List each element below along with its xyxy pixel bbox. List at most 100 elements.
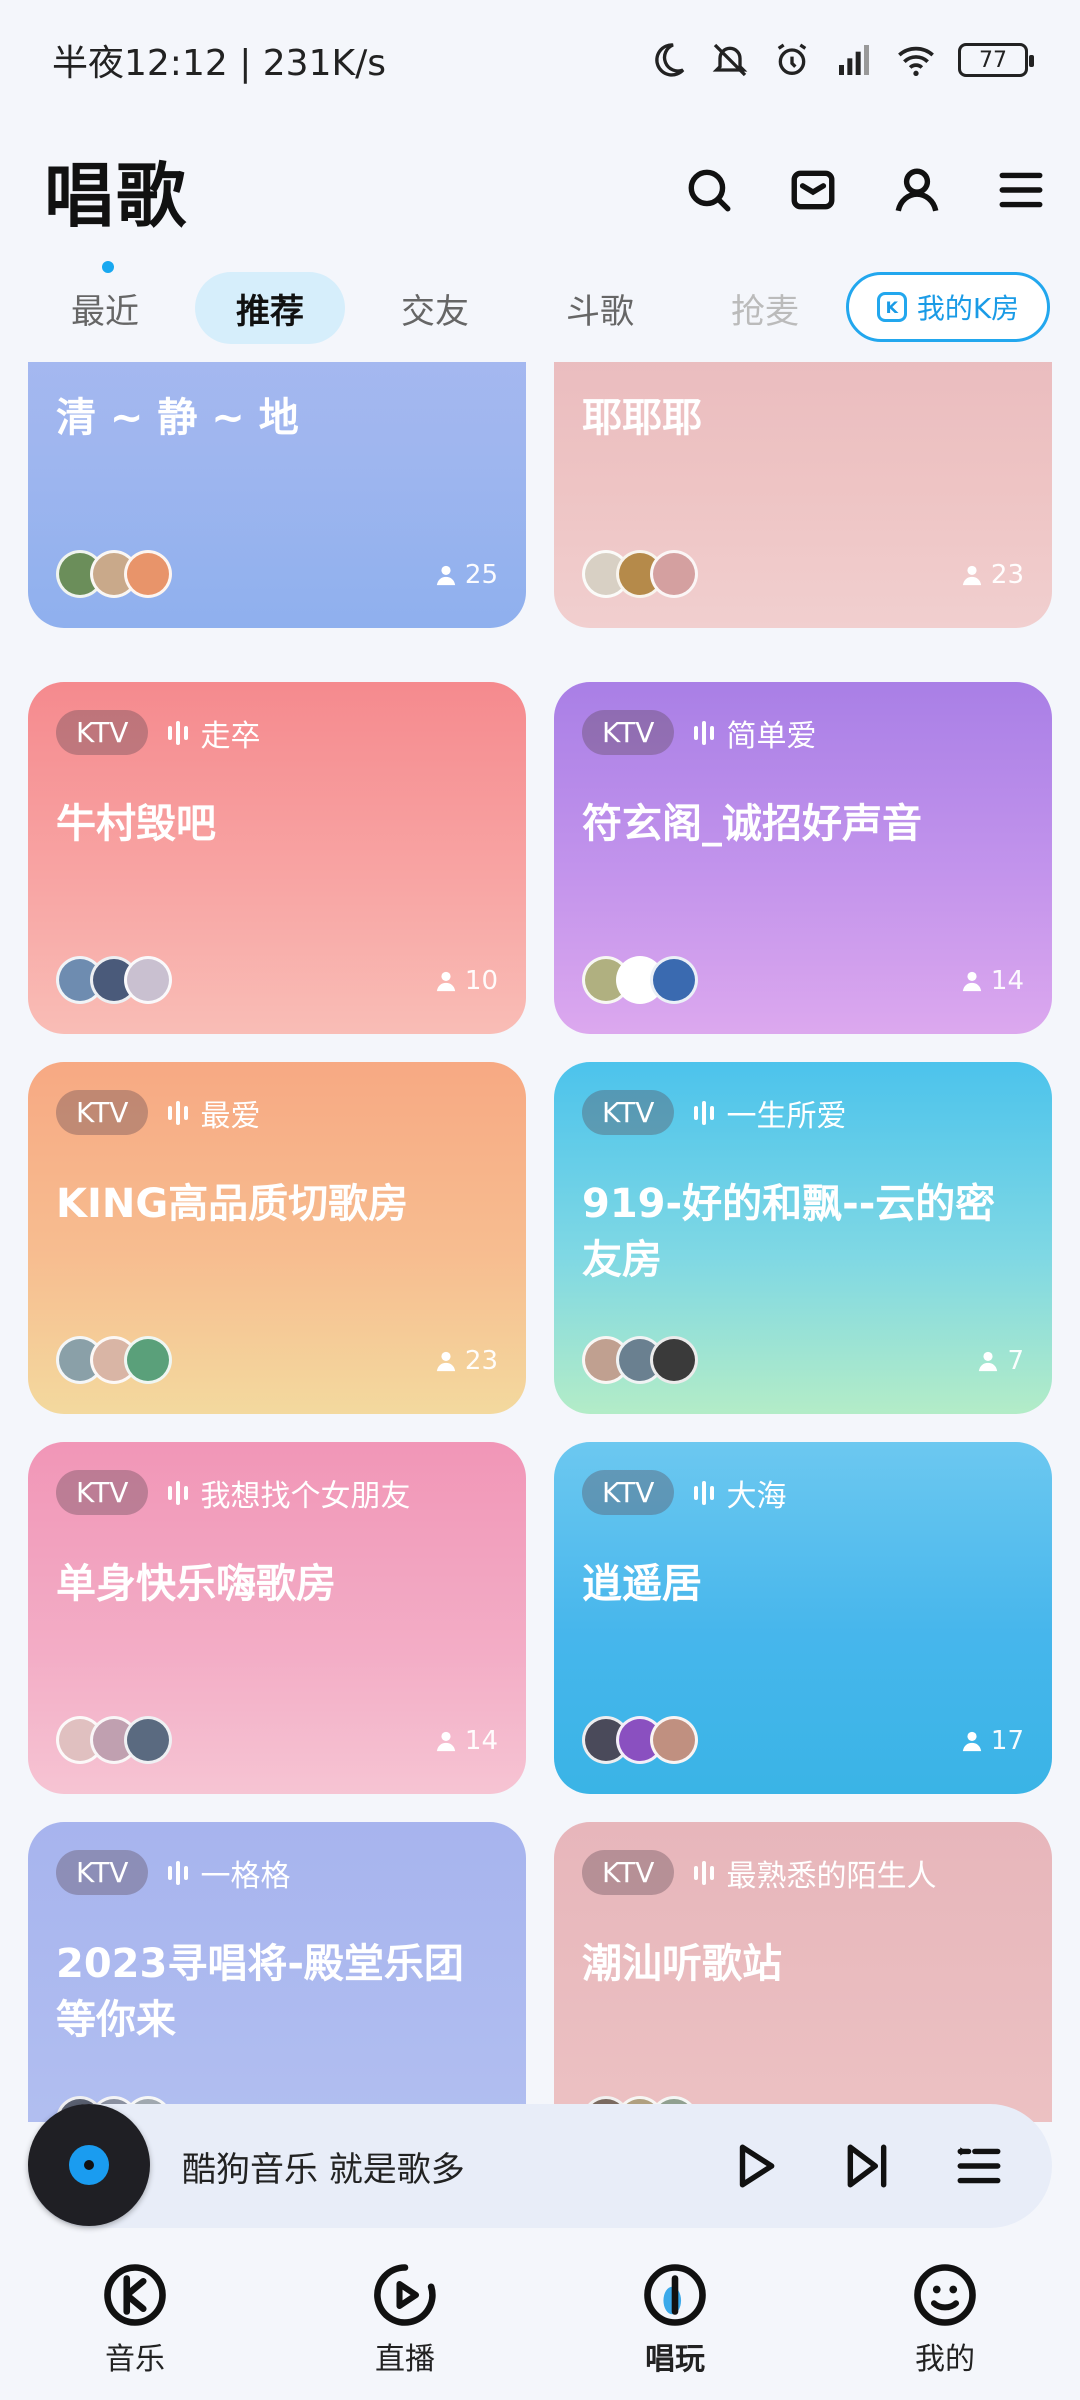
disc-center (69, 2145, 109, 2185)
room-meta: KTV 最熟悉的陌生人 (582, 1850, 936, 1895)
room-card[interactable]: KTV 简单爱符玄阁_诚招好声音 14 (554, 682, 1052, 1034)
room-name: 耶耶耶 (582, 395, 702, 441)
music-k-icon (104, 2264, 166, 2326)
member-avatars (582, 956, 698, 1004)
nav-sing-label: 唱玩 (645, 2342, 705, 2377)
room-meta: KTV 最爱 (56, 1090, 260, 1135)
sing-icon (644, 2264, 706, 2326)
play-icon[interactable] (730, 2141, 780, 2191)
room-name: 清 ~ 静 ~ 地 (56, 395, 299, 441)
nav-music-label: 音乐 (105, 2342, 165, 2377)
tab-battle[interactable]: 斗歌 (525, 272, 675, 344)
person-icon (436, 1731, 456, 1752)
nav-mine[interactable]: 我的 (845, 2262, 1045, 2378)
avatar (650, 550, 698, 598)
app-header: 唱歌 (0, 130, 1080, 273)
member-count: 23 (435, 1346, 498, 1376)
category-tabs: 最近 推荐 交友 斗歌 抢麦 K 我的K房 (0, 268, 1080, 348)
menu-icon[interactable] (996, 165, 1046, 215)
next-track-icon[interactable] (842, 2141, 892, 2191)
room-meta: KTV 大海 (582, 1470, 786, 1515)
ktv-badge: KTV (56, 1470, 149, 1515)
room-card[interactable]: KTV清 ~ 静 ~ 地25 (28, 362, 526, 628)
album-disc[interactable] (28, 2096, 152, 2236)
tab-grab-mic[interactable]: 抢麦 (690, 272, 840, 344)
signal-icon (839, 45, 869, 75)
member-avatars (56, 1716, 172, 1764)
room-host: 我想找个女朋友 (168, 1471, 410, 1515)
audio-wave-icon (694, 1100, 715, 1125)
member-count: 14 (435, 1726, 498, 1756)
avatar (124, 1336, 172, 1384)
tab-social[interactable]: 交友 (360, 272, 510, 344)
room-card[interactable]: KTV 大海 逍遥居 17 (554, 1442, 1052, 1794)
room-name: 牛村毁吧 (56, 801, 216, 847)
player-controls (730, 2141, 1004, 2191)
nav-live[interactable]: 直播 (305, 2262, 505, 2378)
live-icon (374, 2264, 436, 2326)
status-icons: 77 (648, 40, 1034, 80)
wifi-icon (898, 46, 934, 76)
room-host-name: 最熟悉的陌生人 (726, 1858, 937, 1894)
member-count: 7 (977, 1346, 1024, 1376)
room-host: 简单爱 (694, 711, 816, 755)
profile-icon[interactable] (892, 165, 942, 215)
person-icon (962, 565, 982, 586)
room-name: 919-好的和飘--云的密友房 (582, 1181, 996, 1283)
my-k-room-button[interactable]: K 我的K房 (846, 272, 1050, 342)
member-count-value: 23 (464, 1346, 498, 1376)
room-host: 最熟悉的陌生人 (694, 1851, 936, 1895)
bottom-navigation: 音乐 直播 唱玩 我的 (0, 2240, 1080, 2400)
member-avatars (56, 956, 172, 1004)
search-icon[interactable] (684, 165, 734, 215)
avatar (650, 1336, 698, 1384)
alarm-icon (777, 43, 807, 75)
room-card[interactable]: KTV耶耶耶23 (554, 362, 1052, 628)
avatar (124, 550, 172, 598)
avatar (650, 1716, 698, 1764)
member-count-value: 25 (464, 560, 498, 590)
room-grid: KTV 清 ~ 静 ~ 地 25 KTV 耶耶耶 23 KTV 走卒牛村毁吧 10 KTV 简单爱符… (0, 362, 1080, 2122)
room-meta: KTV 简单爱 (582, 710, 816, 755)
mini-player[interactable]: 酷狗音乐 就是歌多 (28, 2104, 1052, 2228)
mail-icon[interactable] (788, 165, 838, 215)
nav-music[interactable]: 音乐 (35, 2262, 235, 2378)
avatar (124, 956, 172, 1004)
member-avatars (582, 1336, 698, 1384)
member-count-value: 17 (990, 1726, 1024, 1756)
room-card[interactable]: KTV 走卒 牛村毁吧 10 (28, 682, 526, 1034)
room-name: KING高品质切歌房 (56, 1181, 409, 1227)
member-count: 25 (435, 560, 498, 590)
room-card[interactable]: KTV 我想找个女朋友 单身快乐嗨歌房 14 (28, 1442, 526, 1794)
room-name: 符玄阁_诚招好声音 (582, 801, 922, 847)
room-card[interactable]: KTV 一生所爱 919-好的和飘--云的密友房 7 (554, 1062, 1052, 1414)
member-count: 14 (961, 966, 1024, 996)
audio-wave-icon (694, 1860, 715, 1885)
member-avatars (582, 550, 698, 598)
tab-recent[interactable]: 最近 (30, 272, 180, 344)
nav-sing[interactable]: 唱玩 (575, 2262, 775, 2378)
person-icon (962, 1731, 982, 1752)
person-icon (962, 971, 982, 992)
member-count: 10 (435, 966, 498, 996)
room-host: 一生所爱 (694, 1091, 846, 1135)
room-meta: KTV 一生所爱 (582, 1090, 846, 1135)
room-host-name: 简单爱 (726, 718, 817, 754)
bell-off-icon (712, 43, 748, 77)
room-card[interactable]: KTV 一格格 2023寻唱将-殿堂乐团等你来 (28, 1822, 526, 2122)
room-host: 走卒 (168, 711, 260, 755)
tab-recommended[interactable]: 推荐 (195, 272, 345, 344)
ktv-badge: KTV (56, 1850, 149, 1895)
playlist-icon[interactable] (954, 2141, 1004, 2191)
room-host-name: 一生所爱 (726, 1098, 847, 1134)
page-title: 唱歌 (44, 140, 188, 273)
my-k-room-label: 我的K房 (916, 292, 1020, 325)
profile-smile-icon (914, 2264, 976, 2326)
person-icon (979, 1351, 998, 1372)
room-card[interactable]: KTV 最爱 KING高品质切歌房 23 (28, 1062, 526, 1414)
room-host: 一格格 (168, 1851, 290, 1895)
member-count: 23 (961, 560, 1024, 590)
room-meta: KTV 一格格 (56, 1850, 290, 1895)
nav-live-label: 直播 (375, 2342, 435, 2377)
room-card[interactable]: KTV 最熟悉的陌生人 潮汕听歌站 (554, 1822, 1052, 2122)
